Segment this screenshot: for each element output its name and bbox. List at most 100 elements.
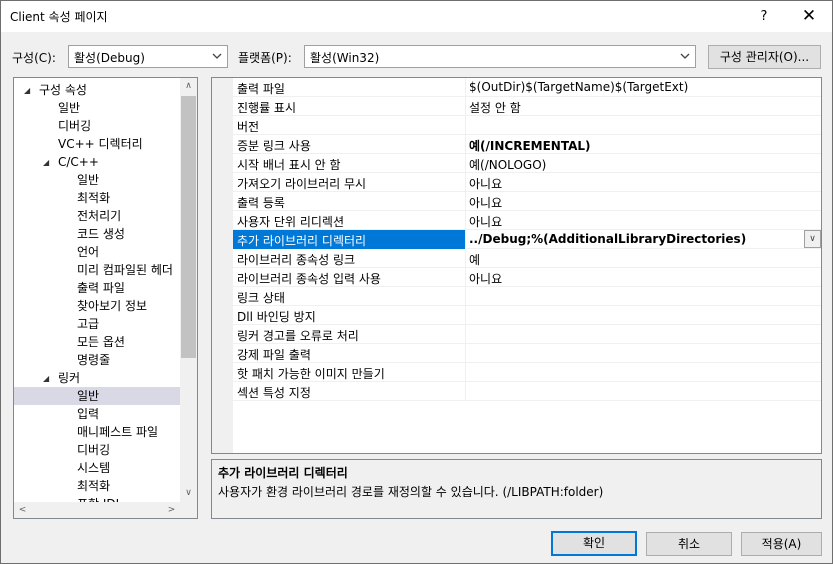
property-name: 가져오기 라이브러리 무시 — [237, 177, 367, 191]
scroll-thumb[interactable] — [181, 96, 196, 358]
property-row[interactable]: Dll 바인딩 방지 — [233, 306, 821, 325]
tree-vertical-scrollbar[interactable]: ∧ ∨ — [180, 78, 197, 502]
property-name: 라이브러리 종속성 입력 사용 — [237, 272, 381, 286]
tree-item[interactable]: 전처리기 — [14, 207, 180, 225]
tree-item[interactable]: VC++ 디렉터리 — [14, 135, 180, 153]
tree-item[interactable]: 언어 — [14, 243, 180, 261]
tree-item[interactable]: 입력 — [14, 405, 180, 423]
tree-item-label: 언어 — [77, 245, 100, 259]
property-row[interactable]: 사용자 단위 리디렉션 아니요 — [233, 211, 821, 230]
tree-item[interactable]: 모든 옵션 — [14, 333, 180, 351]
tree-expander-icon[interactable]: ◢ — [43, 370, 49, 388]
tree-item[interactable]: 일반 — [14, 387, 180, 405]
property-row[interactable]: 추가 라이브러리 디렉터리 ../Debug;%(AdditionalLibrar… — [233, 230, 821, 249]
tree-item-label: 디버깅 — [77, 443, 111, 457]
tree-item[interactable]: 일반 — [14, 171, 180, 189]
column-divider — [465, 287, 466, 306]
scroll-right-icon[interactable]: > — [163, 502, 180, 518]
property-value: 예(/NOLOGO) — [469, 158, 547, 172]
tree-item[interactable]: 최적화 — [14, 477, 180, 495]
tree-item[interactable]: 고급 — [14, 315, 180, 333]
value-dropdown-icon[interactable]: ∨ — [804, 230, 821, 248]
property-name: 버전 — [237, 120, 260, 134]
tree-expander-icon[interactable]: ◢ — [24, 82, 30, 100]
chevron-down-icon — [210, 49, 224, 64]
property-name: 출력 등록 — [237, 196, 285, 210]
description-panel: 추가 라이브러리 디렉터리 사용자가 환경 라이브러리 경로를 재정의할 수 있… — [211, 459, 822, 519]
tree-item[interactable]: 디버깅 — [14, 441, 180, 459]
tree-item[interactable]: ◢ C/C++ — [14, 153, 180, 171]
configuration-label: 구성(C): — [12, 51, 56, 65]
tree-item[interactable]: ◢ 링커 — [14, 369, 180, 387]
column-divider — [465, 192, 466, 211]
column-divider — [465, 154, 466, 173]
ok-button[interactable]: 확인 — [551, 531, 637, 556]
help-button[interactable]: ? — [742, 1, 786, 32]
tree-item[interactable]: 코드 생성 — [14, 225, 180, 243]
property-value: 예(/INCREMENTAL) — [469, 139, 591, 153]
column-divider — [465, 306, 466, 325]
column-divider — [465, 325, 466, 344]
property-row[interactable]: 가져오기 라이브러리 무시 아니요 — [233, 173, 821, 192]
property-row[interactable]: 버전 — [233, 116, 821, 135]
tree-item-label: 최적화 — [77, 191, 111, 205]
column-divider — [465, 344, 466, 363]
configuration-dropdown[interactable]: 활성(Debug) — [68, 45, 228, 68]
tree-item[interactable]: 일반 — [14, 99, 180, 117]
description-text: 사용자가 환경 라이브러리 경로를 재정의할 수 있습니다. (/LIBPATH… — [218, 485, 604, 499]
tree-item-label: 찾아보기 정보 — [77, 299, 148, 313]
column-divider — [465, 230, 466, 249]
property-row[interactable]: 출력 등록 아니요 — [233, 192, 821, 211]
column-divider — [465, 97, 466, 116]
title-bar: Client 속성 페이지 ? ✕ — [1, 1, 832, 32]
tree-item[interactable]: 출력 파일 — [14, 279, 180, 297]
property-row[interactable]: 진행률 표시 설정 안 함 — [233, 97, 821, 116]
column-divider — [465, 135, 466, 154]
cancel-button[interactable]: 취소 — [646, 532, 732, 556]
tree-item[interactable]: 미리 컴파일된 헤더 — [14, 261, 180, 279]
tree-item-label: 모든 옵션 — [77, 335, 125, 349]
property-grid: 출력 파일 $(OutDir)$(TargetName)$(TargetExt) 진… — [211, 77, 822, 454]
platform-label: 플랫폼(P): — [238, 51, 292, 65]
property-row[interactable]: 라이브러리 종속성 링크 예 — [233, 249, 821, 268]
configuration-value: 활성(Debug) — [74, 51, 145, 65]
property-row[interactable]: 링크 상태 — [233, 287, 821, 306]
tree-expander-icon[interactable]: ◢ — [43, 154, 49, 172]
property-row[interactable]: 출력 파일 $(OutDir)$(TargetName)$(TargetExt) — [233, 78, 821, 97]
tree-item[interactable]: 최적화 — [14, 189, 180, 207]
scroll-up-icon[interactable]: ∧ — [180, 78, 197, 95]
tree-item-label: 입력 — [77, 407, 100, 421]
close-button[interactable]: ✕ — [787, 1, 831, 32]
scroll-left-icon[interactable]: < — [14, 502, 31, 518]
property-row[interactable]: 핫 패치 가능한 이미지 만들기 — [233, 363, 821, 382]
property-value: 아니요 — [469, 196, 503, 210]
property-row[interactable]: 라이브러리 종속성 입력 사용 아니요 — [233, 268, 821, 287]
tree-item[interactable]: 시스템 — [14, 459, 180, 477]
grid-gutter — [212, 78, 233, 453]
configuration-manager-button[interactable]: 구성 관리자(O)... — [708, 45, 821, 69]
tree-item[interactable]: ◢ 구성 속성 — [14, 81, 180, 99]
tree-item[interactable]: 명령줄 — [14, 351, 180, 369]
description-title: 추가 라이브러리 디렉터리 — [218, 466, 348, 480]
tree-item-label: 일반 — [77, 173, 100, 187]
chevron-down-icon — [678, 49, 692, 64]
tree-horizontal-scrollbar[interactable]: < > — [14, 502, 180, 518]
property-row[interactable]: 증분 링크 사용 예(/INCREMENTAL) — [233, 135, 821, 154]
property-row[interactable]: 강제 파일 출력 — [233, 344, 821, 363]
tree-item[interactable]: 매니페스트 파일 — [14, 423, 180, 441]
scroll-down-icon[interactable]: ∨ — [180, 485, 197, 502]
property-row[interactable]: 섹션 특성 지정 — [233, 382, 821, 401]
property-category-tree: ◢ 구성 속성 일반 디버깅 VC++ 디렉터리 ◢ C/C++ 일반 최적화 전처리기 코드 생성… — [13, 77, 198, 519]
tree-item-label: 고급 — [77, 317, 100, 331]
property-value[interactable]: ../Debug;%(AdditionalLibraryDirectories) — [469, 232, 746, 246]
tree-item-label: 일반 — [77, 389, 100, 403]
property-row[interactable]: 시작 배너 표시 안 함 예(/NOLOGO) — [233, 154, 821, 173]
property-value: 아니요 — [469, 272, 503, 286]
tree-item[interactable]: 찾아보기 정보 — [14, 297, 180, 315]
apply-button[interactable]: 적용(A) — [741, 532, 822, 556]
column-divider — [465, 211, 466, 230]
property-row[interactable]: 링커 경고를 오류로 처리 — [233, 325, 821, 344]
tree-item[interactable]: 디버깅 — [14, 117, 180, 135]
tree-item-label: 전처리기 — [77, 209, 122, 223]
platform-dropdown[interactable]: 활성(Win32) — [304, 45, 696, 68]
